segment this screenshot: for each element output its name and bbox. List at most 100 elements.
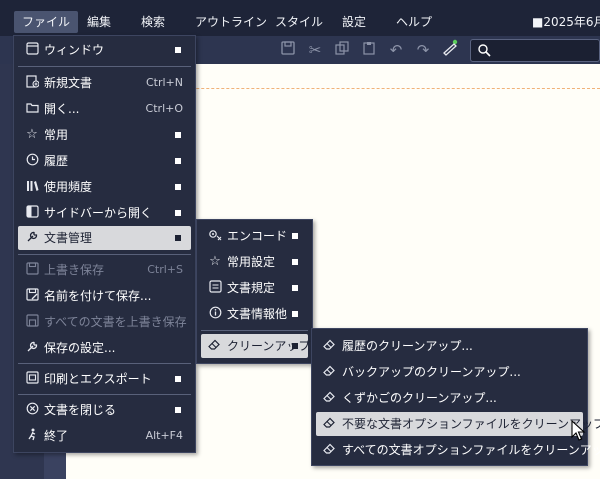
menu-item-window[interactable]: ウィンドウ bbox=[18, 38, 191, 62]
menu-item-label: 文書管理 bbox=[44, 231, 93, 245]
menu-item-history[interactable]: 履歴 bbox=[18, 149, 191, 173]
menu-item-cleanup-backup[interactable]: バックアップのクリーンアップ... bbox=[316, 360, 583, 384]
spellcheck-icon[interactable] bbox=[440, 39, 462, 61]
search-input[interactable] bbox=[470, 39, 600, 62]
eraser-icon bbox=[322, 390, 338, 406]
save-as-icon bbox=[24, 288, 40, 304]
submenu-indicator-icon bbox=[175, 235, 181, 241]
save-icon[interactable] bbox=[277, 39, 299, 61]
search-icon bbox=[478, 44, 491, 57]
menu-item-label: 文書を閉じる bbox=[44, 403, 117, 417]
shortcut-label: Alt+F4 bbox=[145, 429, 183, 442]
folder-icon bbox=[24, 101, 40, 117]
star-icon: ☆ bbox=[26, 127, 38, 142]
eraser-icon bbox=[322, 338, 338, 354]
menu-item-encode[interactable]: エンコード bbox=[201, 224, 308, 248]
menu-item-open-from-sidebar[interactable]: サイドバーから開く bbox=[18, 201, 191, 225]
exit-icon bbox=[24, 428, 40, 444]
new-document-icon bbox=[24, 75, 40, 91]
menu-item-label: 不要な文書オプションファイルをクリーンアップ... bbox=[342, 417, 600, 431]
menu-item-document-management[interactable]: 文書管理 bbox=[18, 226, 191, 250]
copy-icon[interactable] bbox=[331, 39, 353, 61]
star-icon: ☆ bbox=[209, 254, 221, 269]
menu-item-save-settings[interactable]: 保存の設定... bbox=[18, 336, 191, 360]
menu-item-favorites[interactable]: ☆ 常用 bbox=[18, 123, 191, 147]
menu-item-favorite-settings[interactable]: ☆ 常用設定 bbox=[201, 250, 308, 274]
menu-item-label: 履歴 bbox=[44, 154, 69, 168]
menu-item-new-document[interactable]: 新規文書 Ctrl+N bbox=[18, 71, 191, 95]
menu-item-label: 開く... bbox=[44, 102, 80, 116]
submenu-indicator-icon bbox=[175, 158, 181, 164]
menu-item-label: 上書き保存 bbox=[44, 263, 105, 277]
menu-item-label: 文書規定 bbox=[227, 281, 276, 295]
shortcut-label: Ctrl+N bbox=[145, 76, 183, 89]
menu-item-label: 履歴のクリーンアップ... bbox=[342, 339, 473, 353]
separator bbox=[201, 330, 308, 331]
menu-style[interactable]: スタイル bbox=[275, 11, 323, 33]
menu-item-print-export[interactable]: 印刷とエクスポート bbox=[18, 367, 191, 391]
submenu-indicator-icon bbox=[292, 311, 298, 317]
menu-item-label: すべての文書オプションファイルをクリーンアップ... bbox=[342, 443, 600, 457]
menu-item-label: すべての文書を上書き保存 bbox=[44, 315, 187, 329]
submenu-indicator-icon bbox=[175, 376, 181, 382]
menu-item-cleanup-trash[interactable]: くずかごのクリーンアップ... bbox=[316, 386, 583, 410]
menu-item-save-as[interactable]: 名前を付けて保存... bbox=[18, 284, 191, 308]
separator bbox=[18, 394, 191, 395]
info-icon bbox=[207, 306, 223, 322]
menu-search[interactable]: 検索 bbox=[141, 11, 165, 33]
eraser-icon bbox=[322, 416, 338, 432]
encode-icon bbox=[207, 228, 223, 244]
submenu-indicator-icon bbox=[175, 47, 181, 53]
menu-item-label: 常用設定 bbox=[227, 255, 276, 269]
menu-item-label: 使用頻度 bbox=[44, 180, 93, 194]
menu-settings[interactable]: 設定 bbox=[342, 11, 366, 33]
document-management-submenu: エンコード ☆ 常用設定 文書規定 文書情報他 クリーンアップ bbox=[196, 219, 313, 364]
submenu-indicator-icon bbox=[175, 407, 181, 413]
menu-item-label: 終了 bbox=[44, 429, 69, 443]
rules-icon bbox=[207, 280, 223, 296]
redo-icon[interactable]: ↷ bbox=[412, 39, 434, 61]
menu-item-label: 文書情報他 bbox=[227, 307, 288, 321]
menu-item-label: 保存の設定... bbox=[44, 341, 116, 355]
menu-item-close-document[interactable]: 文書を閉じる bbox=[18, 398, 191, 422]
menu-item-exit[interactable]: 終了 Alt+F4 bbox=[18, 424, 191, 448]
submenu-indicator-icon bbox=[175, 184, 181, 190]
menu-item-document-rules[interactable]: 文書規定 bbox=[201, 276, 308, 300]
menu-outline[interactable]: アウトライン bbox=[195, 11, 267, 33]
menu-item-open[interactable]: 開く... Ctrl+O bbox=[18, 97, 191, 121]
bars-icon bbox=[24, 179, 40, 195]
wrench-icon bbox=[24, 230, 40, 246]
menu-item-label: エンコード bbox=[227, 229, 288, 243]
menu-file[interactable]: ファイル bbox=[14, 11, 79, 33]
submenu-indicator-icon bbox=[175, 210, 181, 216]
window-icon bbox=[24, 42, 40, 58]
menu-help[interactable]: ヘルプ bbox=[396, 11, 432, 33]
submenu-indicator-icon bbox=[292, 285, 298, 291]
submenu-indicator-icon bbox=[292, 343, 298, 349]
menu-item-cleanup-all-options[interactable]: すべての文書オプションファイルをクリーンアップ... bbox=[316, 438, 600, 462]
menu-item-save-all[interactable]: すべての文書を上書き保存 bbox=[18, 310, 191, 334]
menu-edit[interactable]: 編集 bbox=[87, 11, 111, 33]
separator bbox=[18, 254, 191, 255]
save-all-icon bbox=[24, 314, 40, 330]
menu-item-cleanup-history[interactable]: 履歴のクリーンアップ... bbox=[316, 334, 583, 358]
menu-item-label: 新規文書 bbox=[44, 76, 93, 90]
menu-item-label: 印刷とエクスポート bbox=[44, 372, 152, 386]
menu-item-label: くずかごのクリーンアップ... bbox=[342, 391, 497, 405]
submenu-indicator-icon bbox=[292, 233, 298, 239]
menu-item-save[interactable]: 上書き保存 Ctrl+S bbox=[18, 258, 191, 282]
menu-item-cleanup-unneeded-options[interactable]: 不要な文書オプションファイルをクリーンアップ... bbox=[316, 412, 600, 436]
scissors-icon[interactable]: ✂ bbox=[304, 39, 326, 61]
undo-icon[interactable]: ↶ bbox=[385, 39, 407, 61]
menu-item-label: サイドバーから開く bbox=[44, 206, 153, 220]
menu-item-frequency[interactable]: 使用頻度 bbox=[18, 175, 191, 199]
shortcut-label: Ctrl+O bbox=[145, 102, 183, 115]
file-menu: ウィンドウ 新規文書 Ctrl+N 開く... Ctrl+O ☆ 常用 履歴 使… bbox=[13, 35, 196, 453]
menu-item-cleanup[interactable]: クリーンアップ bbox=[201, 334, 310, 358]
clock-icon bbox=[24, 153, 40, 169]
eraser-icon bbox=[322, 442, 338, 458]
menu-item-document-info[interactable]: 文書情報他 bbox=[201, 302, 308, 326]
menu-item-label: 名前を付けて保存... bbox=[44, 289, 152, 303]
paste-icon[interactable] bbox=[358, 39, 380, 61]
menu-item-label: バックアップのクリーンアップ... bbox=[342, 365, 521, 379]
